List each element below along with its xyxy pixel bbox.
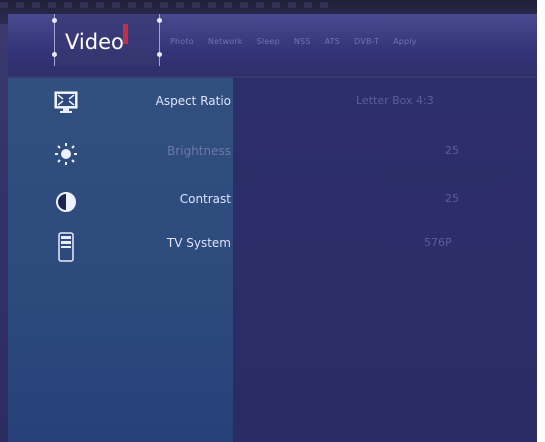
pin-icon: [157, 52, 162, 57]
setting-row-tv-system[interactable]: TV System 576P: [0, 232, 545, 262]
tab-network[interactable]: Network: [208, 37, 243, 46]
tab-list: Photo Network Sleep NSS ATS DVB-T Apply: [170, 37, 417, 46]
pin-icon: [52, 18, 57, 23]
tab-sleep[interactable]: Sleep: [257, 37, 280, 46]
tv-system-icon: [54, 232, 78, 262]
setting-value: 25: [445, 192, 459, 205]
tab-nss[interactable]: NSS: [294, 37, 311, 46]
setting-label: Aspect Ratio: [155, 94, 231, 108]
dotted-strip: [0, 2, 330, 8]
sun-icon: [54, 142, 78, 166]
pin-icon: [52, 52, 57, 57]
tab-dvbt[interactable]: DVB-T: [354, 37, 379, 46]
settings-sidebar: [8, 78, 233, 442]
tab-apply[interactable]: Apply: [393, 37, 417, 46]
setting-value: Letter Box 4:3: [356, 94, 434, 107]
setting-row-contrast[interactable]: Contrast 25: [0, 188, 545, 216]
monitor-icon: [54, 90, 78, 114]
tab-label: Video: [65, 30, 124, 54]
screen-edge: [537, 0, 545, 442]
setting-row-aspect-ratio[interactable]: Aspect Ratio Letter Box 4:3: [0, 90, 545, 118]
tab-ats[interactable]: ATS: [325, 37, 340, 46]
setting-label: TV System: [166, 236, 231, 250]
pin-icon: [157, 18, 162, 23]
setting-label: Brightness: [167, 144, 231, 158]
tab-video[interactable]: Video: [52, 14, 162, 66]
settings-values-panel: [233, 78, 537, 442]
contrast-icon: [54, 190, 78, 214]
tab-photo[interactable]: Photo: [170, 37, 194, 46]
setting-row-brightness[interactable]: Brightness 25: [0, 140, 545, 168]
setting-label: Contrast: [179, 192, 231, 206]
screen: Video Photo Network Sleep NSS ATS DVB-T …: [0, 0, 545, 442]
setting-value: 576P: [424, 236, 452, 249]
setting-value: 25: [445, 144, 459, 157]
